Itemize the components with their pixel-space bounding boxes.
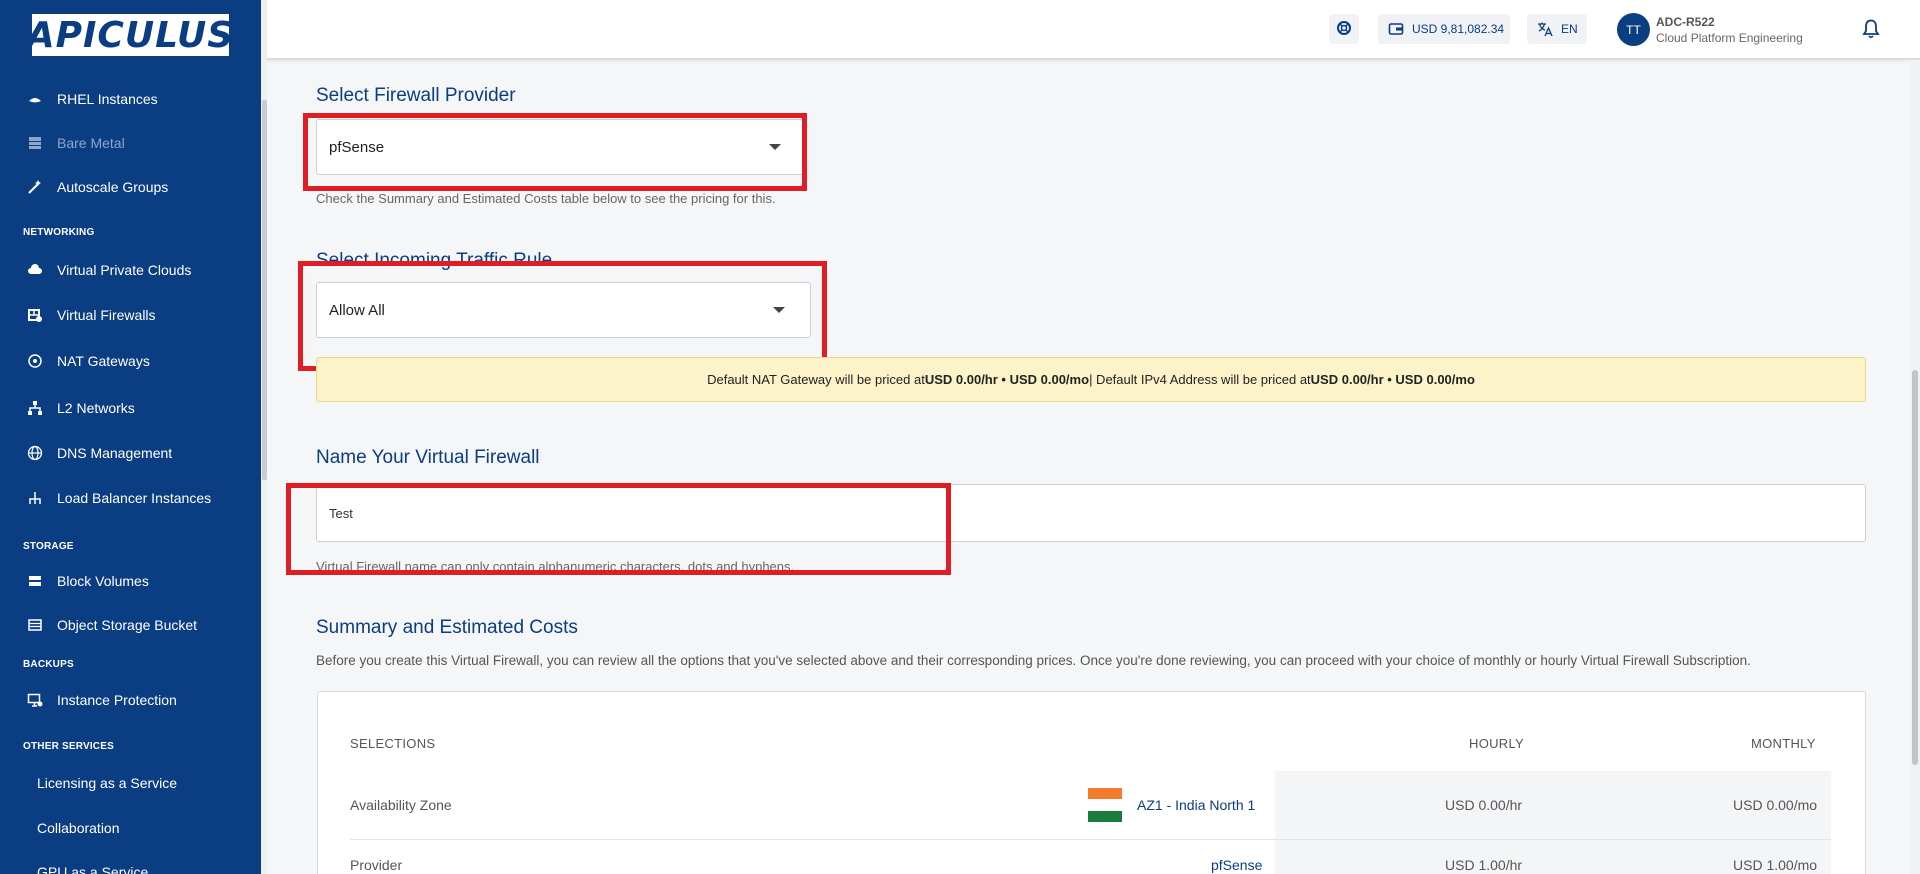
- server-icon: [26, 134, 44, 152]
- caret-down-icon: [773, 307, 785, 313]
- section-backups: BACKUPS: [23, 659, 74, 670]
- row-hourly: USD 1.00/hr: [1445, 857, 1523, 873]
- row-label: Availability Zone: [350, 797, 452, 813]
- sidebar-item-gpu[interactable]: GPU as a Service: [0, 858, 148, 874]
- availability-zone-link[interactable]: AZ1 - India North 1: [1137, 797, 1255, 813]
- apiculus-logo[interactable]: APICULUS: [27, 14, 233, 56]
- header-monthly: MONTHLY: [1751, 736, 1816, 751]
- sidebar-item-bare-metal: Bare Metal: [0, 129, 125, 157]
- summary-description: Before you create this Virtual Firewall,…: [316, 653, 1751, 668]
- load-balancer-icon: [26, 489, 44, 507]
- monitor-icon: [26, 691, 44, 709]
- sidebar: APICULUS RHEL Instances Bare Metal Autos…: [0, 0, 261, 874]
- section-storage: STORAGE: [23, 541, 74, 552]
- header-hourly: HOURLY: [1469, 736, 1525, 751]
- bell-icon[interactable]: [1862, 19, 1880, 39]
- sidebar-item-virtual-firewalls[interactable]: Virtual Firewalls: [0, 301, 156, 329]
- topbar: [267, 0, 1920, 60]
- wallet-icon: [1388, 21, 1404, 37]
- india-flag-icon: [1088, 788, 1122, 822]
- firewall-name-input[interactable]: Test: [316, 484, 1866, 542]
- row-hourly: USD 0.00/hr: [1445, 797, 1523, 813]
- row-monthly: USD 1.00/mo: [1733, 857, 1818, 873]
- header-selections: SELECTIONS: [350, 736, 436, 751]
- wallet-balance-button[interactable]: USD 9,81,082.34: [1378, 14, 1510, 44]
- name-section-title: Name Your Virtual Firewall: [316, 447, 540, 468]
- row-monthly: USD 0.00/mo: [1733, 797, 1818, 813]
- provider-link[interactable]: pfSense: [1211, 857, 1262, 873]
- incoming-traffic-select[interactable]: Allow All: [316, 282, 811, 338]
- sidebar-item-load-balancer-instances[interactable]: Load Balancer Instances: [0, 484, 211, 512]
- globe-icon: [26, 444, 44, 462]
- provider-help-text: Check the Summary and Estimated Costs ta…: [316, 191, 776, 206]
- user-org: Cloud Platform Engineering: [1656, 31, 1803, 45]
- sidebar-item-object-storage-bucket[interactable]: Object Storage Bucket: [0, 611, 197, 639]
- section-networking: NETWORKING: [23, 227, 95, 238]
- sidebar-item-block-volumes[interactable]: Block Volumes: [0, 567, 149, 595]
- page-scrollbar-thumb[interactable]: [1912, 370, 1918, 765]
- sidebar-item-virtual-private-clouds[interactable]: Virtual Private Clouds: [0, 256, 191, 284]
- sidebar-item-licensing[interactable]: Licensing as a Service: [0, 769, 177, 797]
- traffic-section-title: Select Incoming Traffic Rule: [316, 250, 553, 271]
- firewall-provider-select[interactable]: pfSense: [316, 119, 807, 175]
- sidebar-scrollbar-thumb[interactable]: [262, 100, 267, 480]
- row-divider: [350, 839, 1831, 840]
- firewall-icon: [26, 306, 44, 324]
- hat-icon: [26, 90, 44, 108]
- caret-down-icon: [769, 144, 781, 150]
- sidebar-item-autoscale-groups[interactable]: Autoscale Groups: [0, 173, 168, 201]
- hierarchy-icon: [26, 399, 44, 417]
- sidebar-item-instance-protection[interactable]: Instance Protection: [0, 686, 177, 714]
- language-button[interactable]: EN: [1527, 14, 1587, 44]
- sidebar-item-dns-management[interactable]: DNS Management: [0, 439, 172, 467]
- sidebar-item-collaboration[interactable]: Collaboration: [0, 814, 120, 842]
- translate-icon: [1537, 21, 1553, 37]
- section-other-services: OTHER SERVICES: [23, 741, 114, 752]
- magic-wand-icon: [26, 178, 44, 196]
- page-scrollbar[interactable]: [1910, 60, 1920, 874]
- pricing-notice: Default NAT Gateway will be priced at US…: [316, 357, 1866, 402]
- sidebar-item-nat-gateways[interactable]: NAT Gateways: [0, 347, 150, 375]
- sidebar-item-rhel-instances[interactable]: RHEL Instances: [0, 85, 158, 113]
- user-name[interactable]: ADC-R522: [1656, 15, 1715, 29]
- bucket-icon: [26, 616, 44, 634]
- summary-section-title: Summary and Estimated Costs: [316, 617, 578, 638]
- avatar[interactable]: TT: [1617, 13, 1650, 46]
- cloud-icon: [26, 261, 44, 279]
- sidebar-item-l2-networks[interactable]: L2 Networks: [0, 394, 135, 422]
- lifebuoy-icon: [1336, 20, 1352, 39]
- network-icon: [26, 352, 44, 370]
- row-label: Provider: [350, 857, 403, 873]
- support-button[interactable]: [1329, 14, 1359, 44]
- provider-section-title: Select Firewall Provider: [316, 85, 516, 106]
- volume-icon: [26, 572, 44, 590]
- name-help-text: Virtual Firewall name can only contain a…: [316, 559, 795, 574]
